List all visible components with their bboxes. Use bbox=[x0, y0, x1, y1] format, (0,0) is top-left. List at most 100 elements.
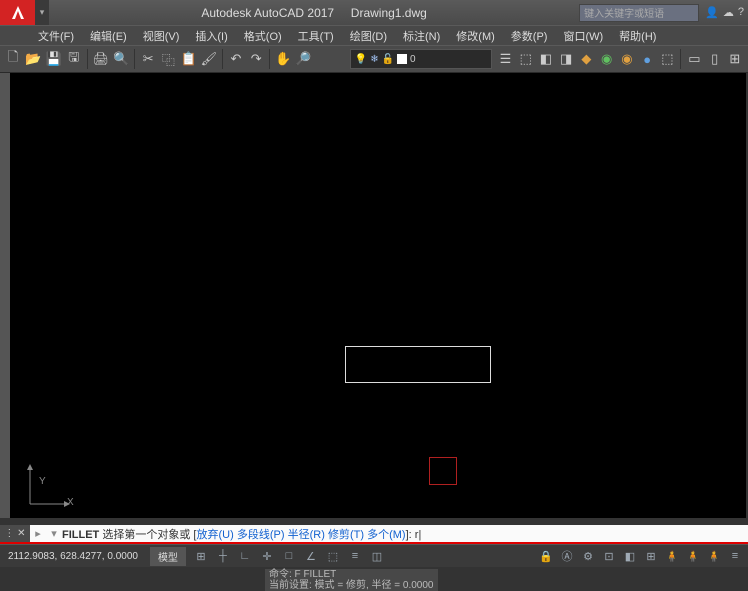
man-icon-3[interactable]: 🧍 bbox=[705, 547, 723, 565]
app-name: Autodesk AutoCAD 2017 bbox=[201, 6, 334, 20]
ortho-icon[interactable]: ∟ bbox=[236, 547, 254, 565]
tool12-icon[interactable]: ⊞ bbox=[726, 48, 744, 70]
new-icon[interactable]: 🗋 bbox=[4, 48, 22, 70]
polar-icon[interactable]: ✛ bbox=[258, 547, 276, 565]
tool9-icon[interactable]: ⬚ bbox=[658, 48, 676, 70]
bulb-icon: 💡 bbox=[355, 54, 367, 65]
help-icon[interactable]: ? bbox=[738, 6, 744, 19]
hardware-icon[interactable]: ⊞ bbox=[642, 547, 660, 565]
main-toolbar: 🗋 📂 💾 🖫 🖨 🔍 ✂ ⿻ 📋 🖌 ↶ ↷ ✋ 🔎 💡 ❄ 🔓 0 ☰ ⬚ … bbox=[0, 45, 748, 73]
tool5-icon[interactable]: ◆ bbox=[577, 48, 595, 70]
cmd-history-line1: 命令: F FILLET bbox=[269, 569, 434, 580]
cmd-name: FILLET bbox=[62, 529, 99, 541]
cloud-icon[interactable]: ☁ bbox=[723, 6, 734, 19]
cmd-prompt-icon: ▾ bbox=[46, 527, 62, 540]
cmd-prompt: 选择第一个对象或 bbox=[102, 529, 190, 541]
help-search-input[interactable]: 键入关键字或短语 bbox=[579, 4, 699, 22]
plot-icon[interactable]: 🖨 bbox=[92, 48, 110, 70]
tool11-icon[interactable]: ▯ bbox=[706, 48, 724, 70]
layeriso-icon[interactable]: ◧ bbox=[537, 48, 555, 70]
scale-icon[interactable]: 🔒 bbox=[537, 547, 555, 565]
signin-icon[interactable]: 👤 bbox=[705, 6, 719, 19]
layerstate-icon[interactable]: ⬚ bbox=[517, 48, 535, 70]
search-placeholder: 键入关键字或短语 bbox=[584, 5, 664, 20]
layer-combo[interactable]: 💡 ❄ 🔓 0 bbox=[350, 49, 493, 69]
dyn-icon[interactable]: ⬚ bbox=[324, 547, 342, 565]
cmd-opt-polyline[interactable]: 多段线(P) bbox=[237, 529, 285, 541]
menu-view[interactable]: 视图(V) bbox=[135, 28, 188, 44]
isolate-icon[interactable]: ◧ bbox=[621, 547, 639, 565]
coordinates[interactable]: 2112.9083, 628.4277, 0.0000 bbox=[0, 551, 146, 562]
transparency-icon[interactable]: ◫ bbox=[368, 547, 386, 565]
menu-draw[interactable]: 绘图(D) bbox=[342, 28, 395, 44]
app-menu-dropdown[interactable]: ▾ bbox=[35, 0, 49, 25]
layers-icon[interactable]: ☰ bbox=[496, 48, 514, 70]
ucs-icon: Y X bbox=[22, 462, 72, 512]
left-toolbar[interactable] bbox=[0, 73, 10, 518]
save-icon[interactable]: 💾 bbox=[44, 48, 62, 70]
annotation-icon[interactable]: Ⓐ bbox=[558, 547, 576, 565]
redo-icon[interactable]: ↷ bbox=[247, 48, 265, 70]
command-history: 命令: F FILLET 当前设置: 模式 = 修剪, 半径 = 0.0000 bbox=[265, 569, 438, 591]
snap-icon[interactable]: ┼ bbox=[214, 547, 232, 565]
menu-insert[interactable]: 插入(I) bbox=[187, 28, 235, 44]
cmd-bracket: ]: bbox=[406, 529, 415, 541]
cut-icon[interactable]: ✂ bbox=[139, 48, 157, 70]
separator bbox=[222, 49, 223, 69]
file-name: Drawing1.dwg bbox=[351, 6, 427, 20]
lwt-icon[interactable]: ≡ bbox=[346, 547, 364, 565]
osnap-icon[interactable]: □ bbox=[280, 547, 298, 565]
zoom-icon[interactable]: 🔎 bbox=[294, 48, 312, 70]
model-tab[interactable]: 模型 bbox=[150, 547, 186, 566]
grid-icon[interactable]: ⊞ bbox=[192, 547, 210, 565]
tool10-icon[interactable]: ▭ bbox=[685, 48, 703, 70]
otrack-icon[interactable]: ∠ bbox=[302, 547, 320, 565]
open-icon[interactable]: 📂 bbox=[24, 48, 42, 70]
menu-dimension[interactable]: 标注(N) bbox=[395, 28, 448, 44]
menu-tools[interactable]: 工具(T) bbox=[290, 28, 342, 44]
separator bbox=[269, 49, 270, 69]
matchprop-icon[interactable]: 🖌 bbox=[200, 48, 218, 70]
separator bbox=[680, 49, 681, 69]
layer-name: 0 bbox=[410, 54, 416, 65]
menu-modify[interactable]: 修改(M) bbox=[448, 28, 503, 44]
man-icon-1[interactable]: 🧍 bbox=[663, 547, 681, 565]
drawing-canvas[interactable]: Y X 命令: F FILLET 当前设置: 模式 = 修剪, 半径 = 0.0… bbox=[10, 73, 746, 518]
cmd-chevron-icon[interactable]: ▸ bbox=[30, 527, 46, 540]
ucs-x-label: X bbox=[67, 497, 74, 508]
preview-icon[interactable]: 🔍 bbox=[112, 48, 130, 70]
menu-window[interactable]: 窗口(W) bbox=[555, 28, 611, 44]
separator bbox=[134, 49, 135, 69]
command-line[interactable]: ⋮ ✕ ▸ ▾ FILLET 选择第一个对象或 [放弃(U) 多段线(P) 半径… bbox=[0, 525, 748, 542]
cmd-close-button[interactable]: ⋮ ✕ bbox=[0, 525, 30, 542]
command-input[interactable]: FILLET 选择第一个对象或 [放弃(U) 多段线(P) 半径(R) 修剪(T… bbox=[62, 526, 748, 542]
menu-help[interactable]: 帮助(H) bbox=[611, 28, 664, 44]
tool4-icon[interactable]: ◨ bbox=[557, 48, 575, 70]
drawn-rectangle[interactable] bbox=[345, 346, 491, 383]
saveas-icon[interactable]: 🖫 bbox=[65, 48, 83, 70]
workspace-icon[interactable]: ⚙ bbox=[579, 547, 597, 565]
menu-bar: 文件(F) 编辑(E) 视图(V) 插入(I) 格式(O) 工具(T) 绘图(D… bbox=[0, 25, 748, 45]
pan-icon[interactable]: ✋ bbox=[274, 48, 292, 70]
paste-icon[interactable]: 📋 bbox=[180, 48, 198, 70]
menu-edit[interactable]: 编辑(E) bbox=[82, 28, 135, 44]
cmd-opt-multiple[interactable]: 多个(M) bbox=[367, 529, 406, 541]
cmd-opt-trim[interactable]: 修剪(T) bbox=[328, 529, 364, 541]
clean-icon[interactable]: ⊡ bbox=[600, 547, 618, 565]
tool6-icon[interactable]: ◉ bbox=[598, 48, 616, 70]
tool7-icon[interactable]: ◉ bbox=[618, 48, 636, 70]
window-title: Autodesk AutoCAD 2017 Drawing1.dwg bbox=[49, 6, 579, 20]
copy-icon[interactable]: ⿻ bbox=[159, 48, 177, 70]
menu-format[interactable]: 格式(O) bbox=[236, 28, 290, 44]
cmd-opt-radius[interactable]: 半径(R) bbox=[288, 529, 325, 541]
menu-parametric[interactable]: 参数(P) bbox=[503, 28, 556, 44]
cmd-opt-undo[interactable]: 放弃(U) bbox=[196, 529, 233, 541]
tool8-icon[interactable]: ● bbox=[638, 48, 656, 70]
customize-icon[interactable]: ≡ bbox=[726, 547, 744, 565]
color-swatch bbox=[397, 54, 407, 64]
undo-icon[interactable]: ↶ bbox=[227, 48, 245, 70]
pickbox-cursor bbox=[429, 457, 457, 485]
app-logo[interactable] bbox=[0, 0, 35, 25]
menu-file[interactable]: 文件(F) bbox=[30, 28, 82, 44]
man-icon-2[interactable]: 🧍 bbox=[684, 547, 702, 565]
